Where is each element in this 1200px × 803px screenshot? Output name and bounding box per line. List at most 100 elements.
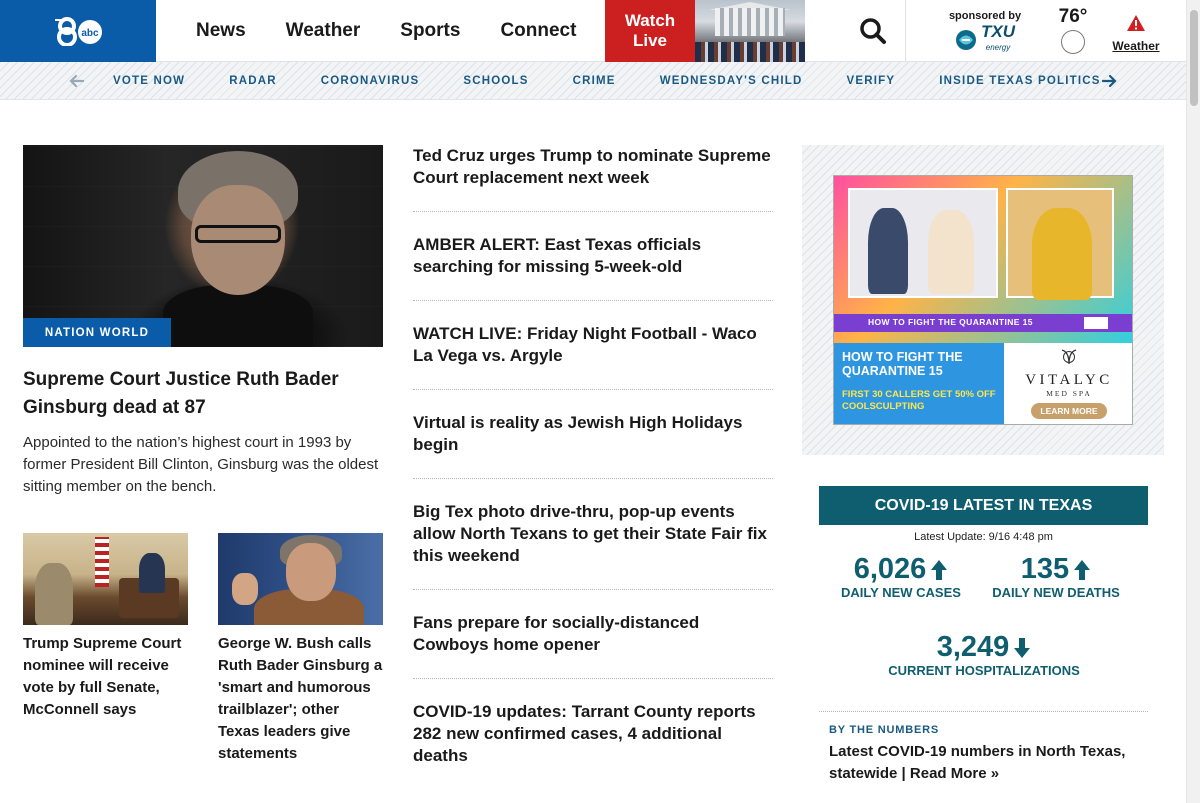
watch-live-line1: Watch xyxy=(624,11,676,30)
trend-up-arrow-icon xyxy=(931,559,948,580)
nav-connect[interactable]: Connect xyxy=(500,20,576,42)
mini-story-1[interactable]: Trump Supreme Court nominee will receive… xyxy=(23,533,188,721)
nav-sports[interactable]: Sports xyxy=(400,20,460,42)
ad-lower-third-text: HOW TO FIGHT THE QUARANTINE 15 xyxy=(868,317,1033,327)
by-the-numbers: BY THE NUMBERS Latest COVID-19 numbers i… xyxy=(819,711,1148,785)
lead-story-category-tag[interactable]: NATION WORLD xyxy=(23,318,171,347)
mini-story-1-title[interactable]: Trump Supreme Court nominee will receive… xyxy=(23,633,188,721)
headline-item[interactable]: Big Tex photo drive-thru, pop-up events … xyxy=(413,501,773,590)
ad-person-2 xyxy=(928,210,974,294)
ad-lower-third: HOW TO FIGHT THE QUARANTINE 15 xyxy=(834,314,1132,332)
covid-last-update: Latest Update: 9/16 4:48 pm xyxy=(914,531,1053,543)
ad-brand-sub: MED SPA xyxy=(1046,389,1092,398)
subnav-verify[interactable]: VERIFY xyxy=(847,75,896,87)
subnav-inside-texas-politics[interactable]: INSIDE TEXAS POLITICS xyxy=(939,75,1100,87)
wfaa-logo[interactable]: abc xyxy=(0,0,156,62)
site-header: abc News Weather Sports Connect Watch Li… xyxy=(0,0,1186,62)
stat-label: CURRENT HOSPITALIZATIONS xyxy=(888,663,1080,678)
subnav-radar[interactable]: RADAR xyxy=(229,75,277,87)
stat-value: 6,026 xyxy=(854,553,949,586)
ad-person-3 xyxy=(1032,208,1092,300)
headline-item[interactable]: Ted Cruz urges Trump to nominate Supreme… xyxy=(413,145,773,212)
topic-subnav: VOTE NOW RADAR CORONAVIRUS SCHOOLS CRIME… xyxy=(0,62,1186,100)
stat-value: 3,249 xyxy=(937,631,1032,664)
subnav-wednesdays-child[interactable]: WEDNESDAY'S CHILD xyxy=(660,75,803,87)
headline-item[interactable]: WATCH LIVE: Friday Night Football - Waco… xyxy=(413,323,773,390)
page: abc News Weather Sports Connect Watch Li… xyxy=(0,0,1200,803)
ad-headline: HOW TO FIGHT THE QUARANTINE 15 xyxy=(842,350,963,378)
headline-item[interactable]: COVID-19 updates: Tarrant County reports… xyxy=(413,701,773,789)
nav-news[interactable]: News xyxy=(196,20,246,42)
mini-story-1-image[interactable] xyxy=(23,533,188,625)
main-nav: News Weather Sports Connect xyxy=(176,0,596,62)
subnav-vote-now[interactable]: VOTE NOW xyxy=(113,75,185,87)
lead-story-title[interactable]: Supreme Court Justice Ruth Bader Ginsbur… xyxy=(23,366,383,422)
weather-alert-label: Weather xyxy=(1112,39,1160,53)
vitalyc-ad[interactable]: HOW TO FIGHT THE QUARANTINE 15 HOW TO FI… xyxy=(833,175,1133,425)
mini-1-flag xyxy=(95,537,109,587)
ad-container: HOW TO FIGHT THE QUARANTINE 15 HOW TO FI… xyxy=(802,145,1164,455)
mini-1-person xyxy=(35,563,73,625)
subnav-crime[interactable]: CRIME xyxy=(573,75,616,87)
covid-stats: 6,026 DAILY NEW CASES 135 DAILY NEW DEAT… xyxy=(819,543,1148,713)
watch-live-button[interactable]: Watch Live xyxy=(605,0,805,62)
covid-numbers-link[interactable]: Latest COVID-19 numbers in North Texas, … xyxy=(829,741,1148,785)
sponsor-brand-text: TXU xyxy=(981,22,1015,41)
ad-brand-panel: VITALYC MED SPA LEARN MORE xyxy=(1004,343,1132,424)
page-scrollbar[interactable] xyxy=(1186,0,1200,803)
ad-person-1 xyxy=(868,208,908,294)
sponsor-brand-name: TXU energy xyxy=(981,22,1015,56)
headline-list: Ted Cruz urges Trump to nominate Supreme… xyxy=(413,145,773,803)
scrollbar-thumb[interactable] xyxy=(1190,10,1198,106)
stat-value: 135 xyxy=(1021,553,1091,586)
sponsor-brand-sub: energy xyxy=(985,43,1011,52)
mini-story-2[interactable]: George W. Bush calls Ruth Bader Ginsburg… xyxy=(218,533,383,765)
lead-story[interactable]: NATION WORLD Supreme Court Justice Ruth … xyxy=(23,145,383,498)
clear-night-icon xyxy=(1061,30,1085,54)
temperature-value: 76° xyxy=(1058,6,1088,27)
lead-story-image[interactable]: NATION WORLD xyxy=(23,145,383,347)
by-the-numbers-kicker[interactable]: BY THE NUMBERS xyxy=(829,724,1148,736)
nav-weather[interactable]: Weather xyxy=(286,20,361,42)
mini-story-2-image[interactable] xyxy=(218,533,383,625)
trend-up-arrow-icon xyxy=(1074,559,1091,580)
covid-widget-title[interactable]: COVID-19 LATEST IN TEXAS xyxy=(819,486,1148,525)
stat-number: 3,249 xyxy=(936,631,1010,663)
ad-video-still: HOW TO FIGHT THE QUARANTINE 15 xyxy=(834,176,1132,343)
ad-screen-left xyxy=(848,188,998,298)
headline-item[interactable]: AMBER ALERT: East Texas officials search… xyxy=(413,234,773,301)
watch-live-label: Watch Live xyxy=(605,0,695,62)
ad-brand: VITALYC xyxy=(1025,372,1113,388)
subnav-items: VOTE NOW RADAR CORONAVIRUS SCHOOLS CRIME… xyxy=(91,62,1123,100)
watch-live-line2: Live xyxy=(632,31,668,50)
current-temperature[interactable]: 76° xyxy=(1055,6,1091,54)
ad-screen-right xyxy=(1006,188,1114,300)
mini-2-hand xyxy=(232,573,258,605)
subnav-scroll-right[interactable] xyxy=(1095,62,1125,100)
trend-down-arrow-icon xyxy=(1014,637,1031,658)
ad-offer-panel: HOW TO FIGHT THE QUARANTINE 15 FIRST 30 … xyxy=(834,343,1004,424)
channel-8-abc-logo-icon: abc xyxy=(55,17,102,46)
weather-sponsor[interactable]: sponsored by TXU energy xyxy=(930,10,1040,56)
subnav-schools[interactable]: SCHOOLS xyxy=(463,75,528,87)
weather-alert-link[interactable]: Weather xyxy=(1108,14,1164,53)
mini-story-2-title[interactable]: George W. Bush calls Ruth Bader Ginsburg… xyxy=(218,633,383,765)
headline-item[interactable]: Fans prepare for socially-distanced Cowb… xyxy=(413,612,773,679)
stat-current-hospitalizations: 3,249 CURRENT HOSPITALIZATIONS xyxy=(881,631,1087,678)
ad-bottom-panel: HOW TO FIGHT THE QUARANTINE 15 FIRST 30 … xyxy=(834,343,1132,424)
ad-learn-more-button[interactable]: LEARN MORE xyxy=(1031,403,1107,419)
live-stream-thumbnail xyxy=(695,0,805,62)
sponsor-brand: TXU energy xyxy=(955,22,1015,56)
ad-channel-bug-icon xyxy=(1084,317,1108,329)
stat-label: DAILY NEW CASES xyxy=(841,585,961,600)
covid-widget: COVID-19 LATEST IN TEXAS Latest Update: … xyxy=(819,486,1148,785)
subnav-scroll-left[interactable] xyxy=(61,62,91,100)
stat-label: DAILY NEW DEATHS xyxy=(992,585,1120,600)
headline-item[interactable]: Virtual is reality as Jewish High Holida… xyxy=(413,412,773,479)
thumb-crowd xyxy=(695,42,805,62)
stat-number: 135 xyxy=(1020,553,1070,585)
arrow-left-icon xyxy=(69,74,84,88)
subnav-coronavirus[interactable]: CORONAVIRUS xyxy=(321,75,420,87)
search-button[interactable] xyxy=(840,0,906,62)
vitalyc-logo-icon xyxy=(1061,349,1077,365)
